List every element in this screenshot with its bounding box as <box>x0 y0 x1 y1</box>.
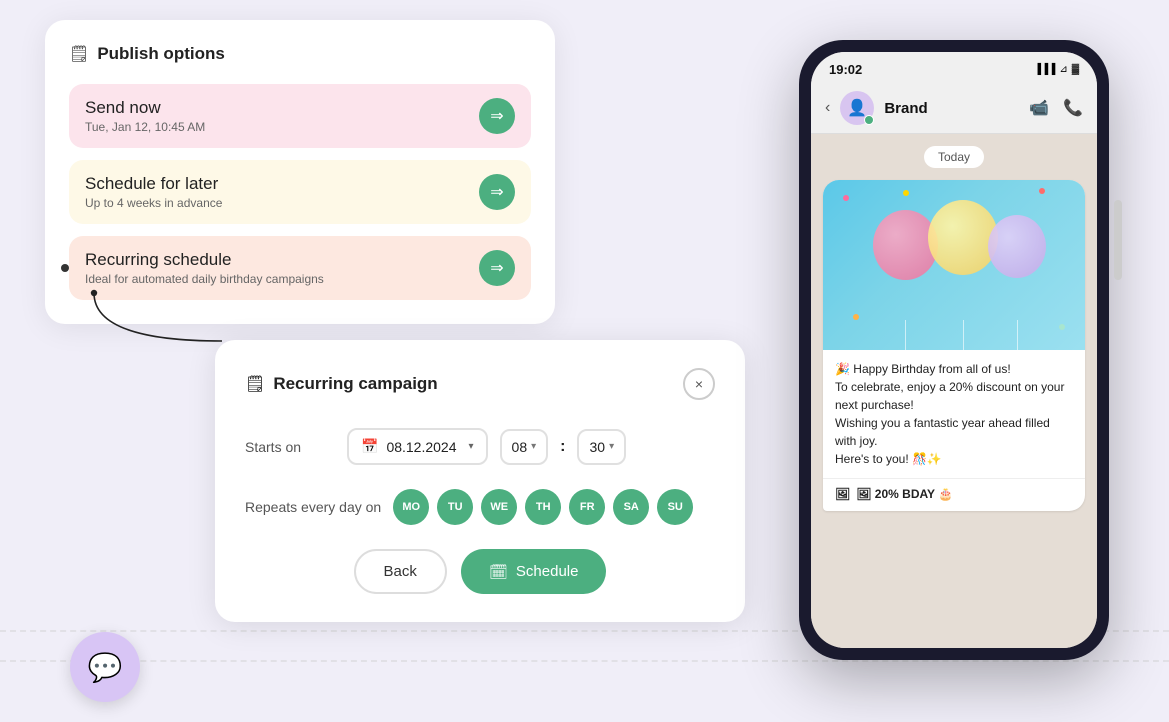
chat-area: Today <box>811 134 1097 648</box>
message-footer: 🖼 🖼 20% BDAY 🎂 <box>823 478 1085 511</box>
schedule-later-label: Schedule for later <box>85 174 222 194</box>
recurring-card-header: 🗒 Recurring campaign × <box>245 368 715 400</box>
status-bar: 19:02 ▐▐▐ ⊿ ▓ <box>811 52 1097 83</box>
brand-avatar: 👤 <box>840 91 874 125</box>
day-th[interactable]: TH <box>525 489 561 525</box>
footer-text: 🖼 20% BDAY 🎂 <box>856 487 953 501</box>
string-pink <box>905 320 906 350</box>
publish-options-card: 🗒 Publish options Send now Tue, Jan 12, … <box>45 20 555 324</box>
schedule-label: Schedule <box>516 563 579 580</box>
repeats-label: Repeats every day on <box>245 499 381 515</box>
day-selector: MO TU WE TH FR SA SU <box>393 489 693 525</box>
schedule-later-option[interactable]: Schedule for later Up to 4 weeks in adva… <box>69 160 531 224</box>
confetti-5 <box>853 314 859 320</box>
send-now-option[interactable]: Send now Tue, Jan 12, 10:45 AM ⇒ <box>69 84 531 148</box>
string-lavender <box>1017 320 1018 350</box>
send-now-text: Send now Tue, Jan 12, 10:45 AM <box>85 98 205 134</box>
day-fr[interactable]: FR <box>569 489 605 525</box>
day-sa[interactable]: SA <box>613 489 649 525</box>
string-yellow <box>963 320 964 350</box>
day-mo[interactable]: MO <box>393 489 429 525</box>
status-time: 19:02 <box>829 62 862 77</box>
send-now-label: Send now <box>85 98 205 118</box>
send-now-arrow[interactable]: ⇒ <box>479 98 515 134</box>
phone-screen: 19:02 ▐▐▐ ⊿ ▓ ‹ 👤 Brand 📹 📞 Today <box>811 52 1097 648</box>
calendar-icon: 📅 <box>361 438 378 455</box>
recurring-text: Recurring schedule Ideal for automated d… <box>85 250 324 286</box>
minute-chevron-icon: ▾ <box>609 441 614 452</box>
card-header: 🗒 Publish options <box>69 44 531 64</box>
recurring-title-group: 🗒 Recurring campaign <box>245 374 438 394</box>
time-colon: : <box>560 438 565 456</box>
back-button[interactable]: Back <box>354 549 447 594</box>
recurring-option[interactable]: Recurring schedule Ideal for automated d… <box>69 236 531 300</box>
minute-select[interactable]: 30 ▾ <box>577 429 626 465</box>
starts-on-label: Starts on <box>245 439 335 455</box>
status-icons: ▐▐▐ ⊿ ▓ <box>1034 64 1079 75</box>
video-icon[interactable]: 📹 <box>1029 98 1049 118</box>
phone-mockup: 19:02 ▐▐▐ ⊿ ▓ ‹ 👤 Brand 📹 📞 Today <box>799 40 1109 660</box>
today-badge: Today <box>924 146 984 168</box>
scroll-indicator <box>1114 200 1122 280</box>
message-text: 🎉 Happy Birthday from all of us! To cele… <box>823 350 1085 478</box>
schedule-icon: 🗓 <box>489 563 508 581</box>
chat-header: ‹ 👤 Brand 📹 📞 <box>811 83 1097 134</box>
schedule-later-arrow[interactable]: ⇒ <box>479 174 515 210</box>
recurring-campaign-card: 🗒 Recurring campaign × Starts on 📅 08.12… <box>215 340 745 622</box>
hour-select[interactable]: 08 ▾ <box>500 429 549 465</box>
call-icon[interactable]: 📞 <box>1063 98 1083 118</box>
close-icon: × <box>695 376 703 392</box>
battery-icon: ▓ <box>1072 64 1079 75</box>
recurring-sublabel: Ideal for automated daily birthday campa… <box>85 272 324 286</box>
chat-bubble-icon: 💬 <box>88 651 123 684</box>
send-now-sublabel: Tue, Jan 12, 10:45 AM <box>85 120 205 134</box>
balloon-lavender <box>988 215 1046 278</box>
hour-chevron-icon: ▾ <box>531 441 536 452</box>
message-bubble: 🎉 Happy Birthday from all of us! To cele… <box>823 180 1085 511</box>
day-we[interactable]: WE <box>481 489 517 525</box>
brand-name: Brand <box>884 100 1019 117</box>
footer-icon: 🖼 <box>835 487 850 501</box>
action-buttons: Back 🗓 Schedule <box>245 549 715 594</box>
balloon-yellow <box>928 200 998 275</box>
close-button[interactable]: × <box>683 368 715 400</box>
recurring-campaign-title: Recurring campaign <box>273 374 437 394</box>
recurring-calendar-icon: 🗒 <box>245 374 265 394</box>
confetti-3 <box>1039 188 1045 194</box>
wifi-icon: ⊿ <box>1059 64 1067 75</box>
hour-value: 08 <box>512 439 528 455</box>
header-actions: 📹 📞 <box>1029 98 1083 118</box>
day-su[interactable]: SU <box>657 489 693 525</box>
schedule-later-sublabel: Up to 4 weeks in advance <box>85 196 222 210</box>
minute-value: 30 <box>589 439 605 455</box>
confetti-1 <box>843 195 849 201</box>
date-value: 08.12.2024 <box>386 439 456 455</box>
today-label: Today <box>823 146 1085 168</box>
repeats-row: Repeats every day on MO TU WE TH FR SA S… <box>245 489 715 525</box>
day-tu[interactable]: TU <box>437 489 473 525</box>
confetti-2 <box>903 190 909 196</box>
signal-icon: ▐▐▐ <box>1034 64 1055 75</box>
publish-options-title: Publish options <box>97 44 225 64</box>
starts-on-row: Starts on 📅 08.12.2024 ▾ 08 ▾ : 30 ▾ <box>245 428 715 465</box>
back-arrow-icon[interactable]: ‹ <box>825 99 830 117</box>
recurring-arrow[interactable]: ⇒ <box>479 250 515 286</box>
schedule-later-text: Schedule for later Up to 4 weeks in adva… <box>85 174 222 210</box>
date-picker[interactable]: 📅 08.12.2024 ▾ <box>347 428 488 465</box>
calendar-icon: 🗒 <box>69 44 89 64</box>
confetti-4 <box>1059 324 1065 330</box>
message-image <box>823 180 1085 350</box>
schedule-button[interactable]: 🗓 Schedule <box>461 549 607 594</box>
recurring-label: Recurring schedule <box>85 250 324 270</box>
bottom-chat-bubble[interactable]: 💬 <box>70 632 140 702</box>
date-chevron-icon: ▾ <box>469 441 474 452</box>
verified-dot <box>864 115 874 125</box>
